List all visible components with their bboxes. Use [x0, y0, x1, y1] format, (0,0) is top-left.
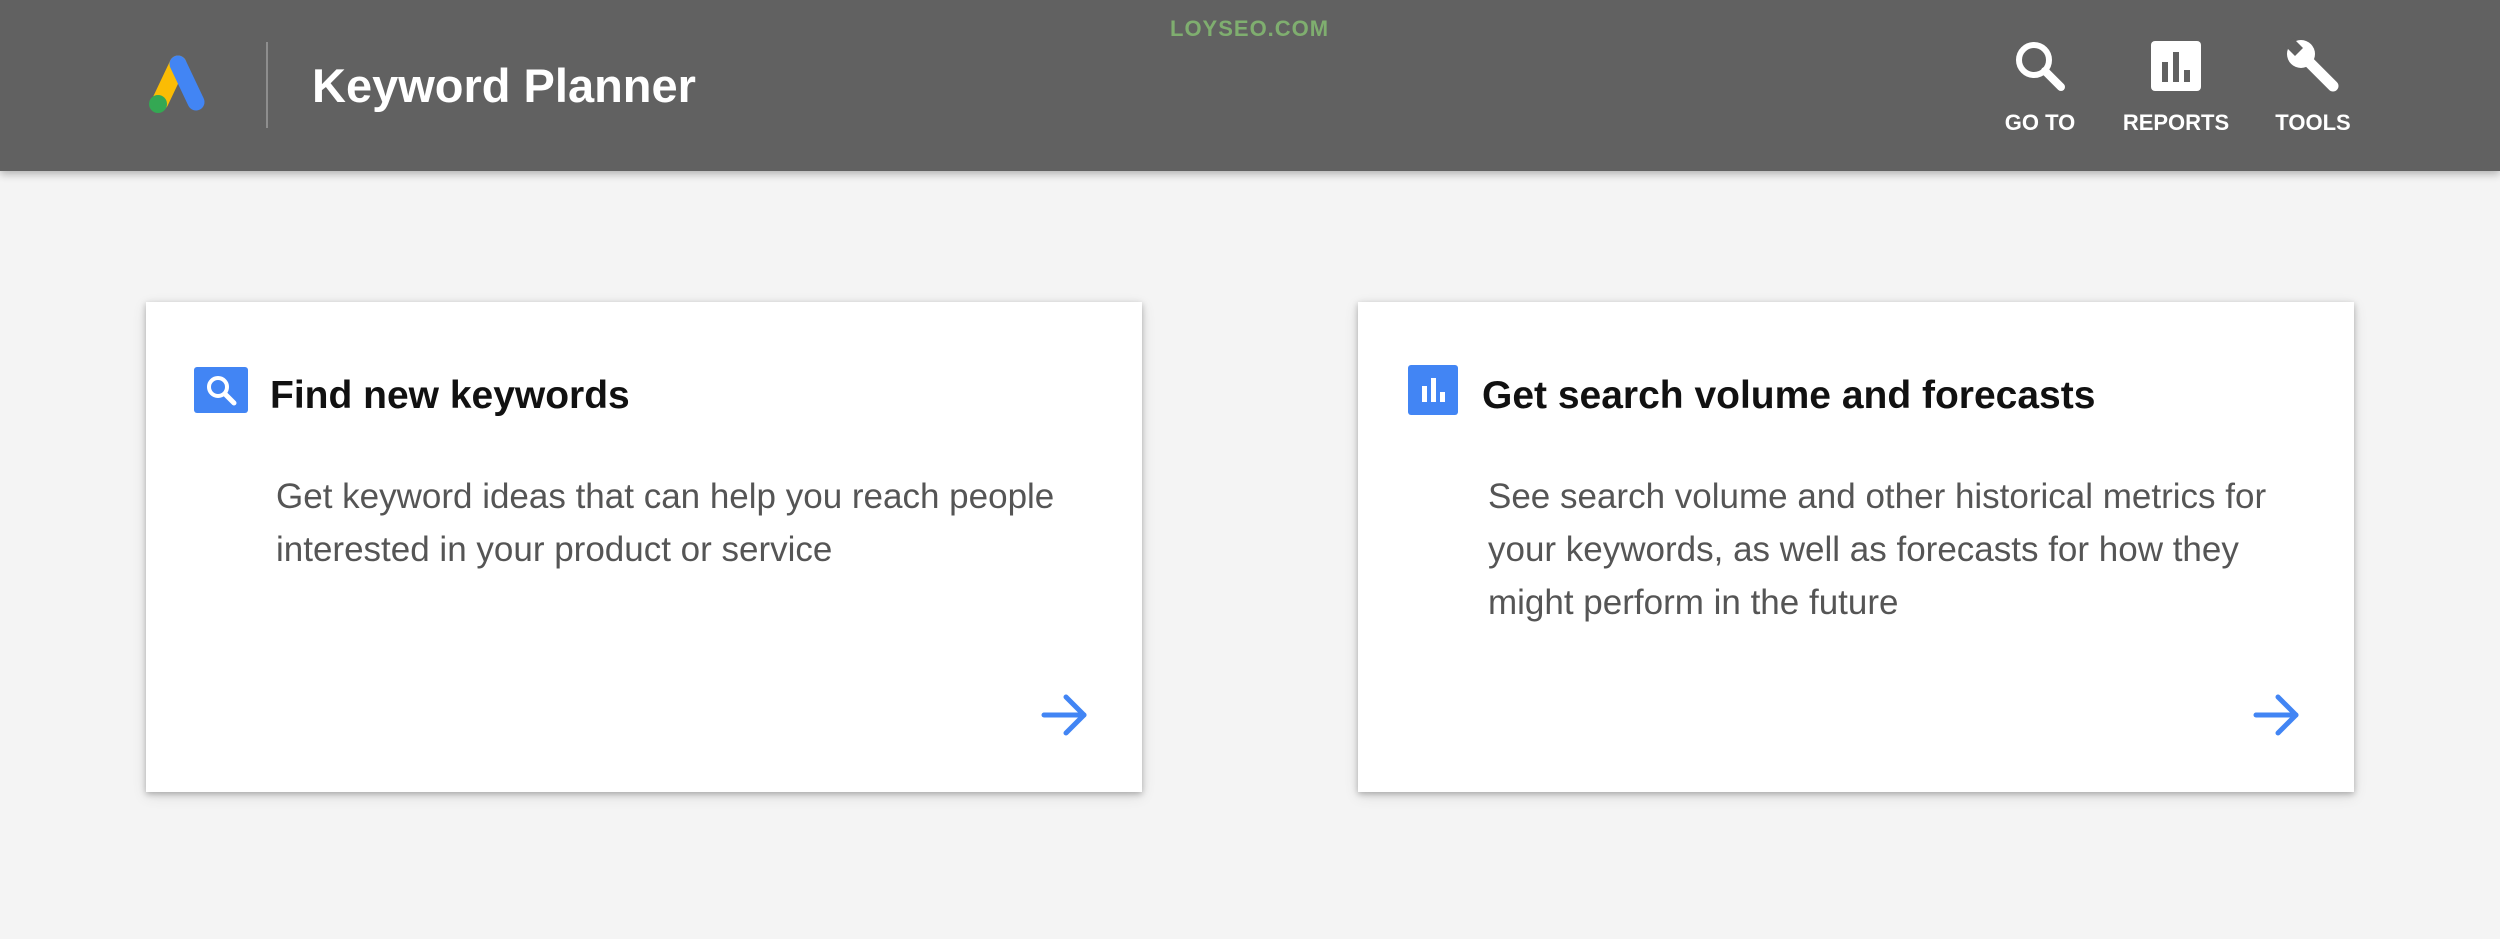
- card-description: Get keyword ideas that can help you reac…: [276, 477, 1055, 569]
- find-new-keywords-card[interactable]: Find new keywords Get keyword ideas that…: [146, 302, 1142, 792]
- page-title: Keyword Planner: [312, 59, 696, 112]
- search-icon: [2016, 42, 2065, 91]
- card-title: Get search volume and forecasts: [1482, 374, 2096, 417]
- watermark-text: LOYSEO.COM: [1170, 16, 1330, 41]
- search-icon: [194, 367, 248, 413]
- reports-button[interactable]: REPORTS: [2101, 36, 2251, 146]
- tools-button[interactable]: TOOLS: [2238, 36, 2388, 146]
- card-description: See search volume and other historical m…: [1488, 477, 2267, 622]
- reports-label: REPORTS: [2122, 110, 2230, 135]
- google-ads-logo-icon[interactable]: [144, 52, 212, 116]
- goto-button[interactable]: GO TO: [1965, 36, 2115, 146]
- tools-label: TOOLS: [2275, 110, 2351, 135]
- bar-chart-icon: [1408, 365, 1458, 415]
- wrench-icon: [2285, 38, 2339, 92]
- header-divider: [266, 42, 268, 128]
- arrow-right-icon[interactable]: [2252, 690, 2302, 740]
- search-volume-forecasts-card[interactable]: Get search volume and forecasts See sear…: [1358, 302, 2354, 792]
- arrow-right-icon[interactable]: [1040, 690, 1090, 740]
- top-app-bar: LOYSEO.COM Keyword Planner GO TO REPORTS…: [0, 0, 2500, 171]
- card-title: Find new keywords: [270, 374, 630, 417]
- bar-chart-icon: [2151, 41, 2201, 91]
- goto-label: GO TO: [2004, 110, 2076, 135]
